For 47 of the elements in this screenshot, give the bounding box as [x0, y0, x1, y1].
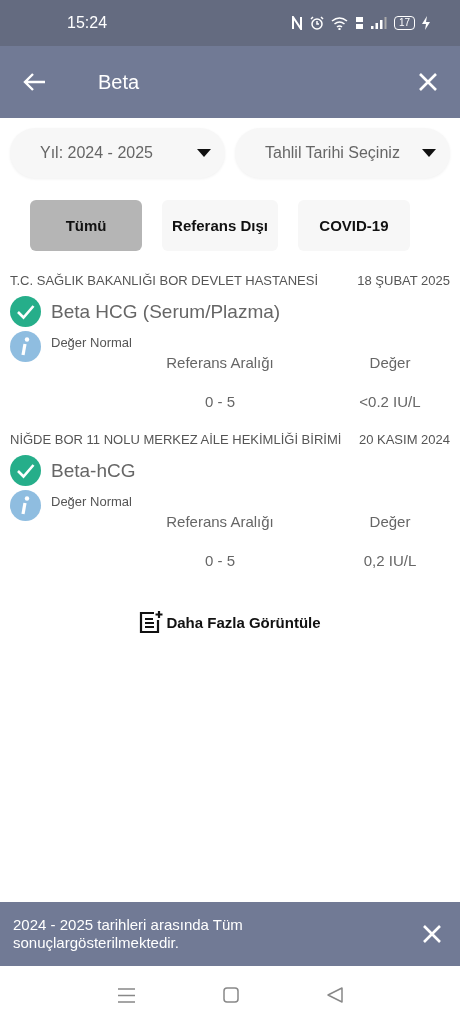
institution-name: NİĞDE BOR 11 NOLU MERKEZ AİLE HEKİMLİĞİ BİRİMİ: [10, 432, 342, 447]
column-header: Değer: [369, 513, 411, 530]
filter-tab[interactable]: Tümü: [30, 200, 143, 251]
snackbar-message: 2024 - 2025 tarihleri arasında Tüm sonuçlargösterilmektedir.: [13, 916, 244, 952]
caret-icon: [422, 149, 436, 157]
page-title: Beta: [98, 70, 141, 94]
info-icon: [10, 331, 41, 362]
nfc-icon: [290, 16, 303, 30]
close-button[interactable]: [418, 72, 438, 92]
reference-range: 0 - 5: [205, 552, 235, 569]
check-icon: [10, 455, 41, 486]
test-name: Beta-hCG: [51, 459, 136, 482]
view-more-button[interactable]: Daha Fazla Görüntüle: [133, 609, 327, 635]
filter-tab[interactable]: Referans Dışı: [162, 200, 278, 251]
close-icon: [418, 72, 438, 92]
volte-icon: [354, 16, 364, 30]
info-icon: [10, 490, 41, 521]
caret-icon: [197, 149, 211, 157]
home-icon[interactable]: [222, 987, 239, 1003]
back-button[interactable]: [22, 72, 46, 92]
status-text: Değer Normal: [51, 335, 132, 350]
result-value: 0,2 IU/L: [363, 552, 417, 569]
reference-range: 0 - 5: [205, 393, 235, 410]
date-dropdown[interactable]: Tahlil Tarihi Seçiniz: [235, 128, 450, 178]
status-time: 15:24: [67, 14, 108, 32]
note-add-icon: [139, 610, 164, 634]
check-icon: [10, 296, 41, 327]
result-date: 18 ŞUBAT 2025: [357, 273, 450, 288]
year-dropdown[interactable]: Yıl: 2024 - 2025: [10, 128, 225, 178]
result-date: 20 KASIM 2024: [358, 432, 450, 447]
close-icon: [422, 924, 442, 944]
status-text: Değer Normal: [51, 494, 132, 509]
signal-icon: [370, 17, 387, 29]
filter-tab[interactable]: COVID-19: [297, 200, 410, 251]
dismiss-button[interactable]: [422, 924, 442, 944]
charging-icon: [422, 16, 430, 30]
battery-level: 17: [393, 16, 415, 30]
alarm-icon: [309, 16, 324, 30]
test-name: Beta HCG (Serum/Plazma): [51, 300, 281, 323]
institution-name: T.C. SAĞLIK BAKANLIĞI BOR DEVLET HASTANESİ: [10, 273, 318, 288]
wifi-icon: [330, 16, 348, 30]
menu-icon[interactable]: [117, 987, 135, 1003]
column-header: Değer: [369, 354, 411, 371]
column-header: Referans Aralığı: [166, 354, 274, 371]
back-icon[interactable]: [326, 987, 343, 1003]
column-header: Referans Aralığı: [166, 513, 274, 530]
result-value: <0.2 IU/L: [359, 393, 421, 410]
